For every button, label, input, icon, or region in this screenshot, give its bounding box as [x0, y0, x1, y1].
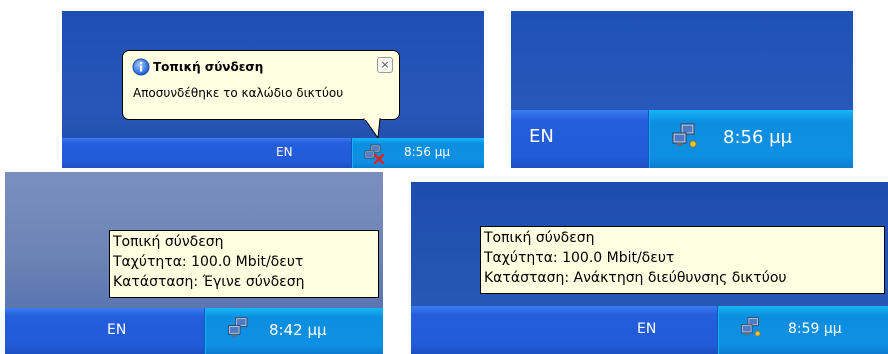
tooltip-speed: Ταχύτητα: 100.0 Mbit/δευτ [113, 254, 304, 270]
status-tooltip: Τοπική σύνδεση Ταχύτητα: 100.0 Mbit/δευτ… [480, 226, 885, 294]
tooltip-connection-name: Τοπική σύνδεση [484, 230, 595, 246]
notification-balloon[interactable]: Τοπική σύνδεση × Αποσυνδέθηκε το καλώδιο… [122, 50, 400, 120]
network-disconnected-icon[interactable] [364, 144, 386, 168]
tray-clock[interactable]: 8:59 μμ [788, 321, 842, 337]
system-tray: 8:56 μμ [648, 110, 853, 168]
panel-connected-tooltip: Τοπική σύνδεση Ταχύτητα: 100.0 Mbit/δευτ… [5, 172, 383, 354]
tray-clock[interactable]: 8:42 μμ [269, 321, 327, 339]
panel-disconnected-balloon: Τοπική σύνδεση × Αποσυνδέθηκε το καλώδιο… [62, 11, 484, 168]
network-connected-icon[interactable] [227, 316, 253, 346]
language-indicator[interactable]: EN [276, 145, 293, 159]
balloon-close-button[interactable]: × [377, 57, 393, 73]
status-tooltip: Τοπική σύνδεση Ταχύτητα: 100.0 Mbit/δευτ… [109, 230, 379, 298]
system-tray: 8:59 μμ [717, 306, 888, 354]
taskbar: EN 8:56 μμ [511, 110, 853, 168]
balloon-message: Αποσυνδέθηκε το καλώδιο δικτύου [133, 86, 344, 100]
tooltip-status: Κατάσταση: Ανάκτηση διεύθυνσης δικτύου [484, 270, 787, 286]
network-connected-icon[interactable] [671, 122, 701, 156]
tray-clock[interactable]: 8:56 μμ [404, 145, 450, 159]
taskbar: EN 8:42 μμ [5, 308, 383, 354]
tooltip-status: Κατάσταση: Έγινε σύνδεση [113, 274, 305, 290]
system-tray: 8:56 μμ [351, 138, 484, 168]
tray-clock[interactable]: 8:56 μμ [723, 127, 792, 148]
panel-zoomed-tray: EN 8:56 μμ [511, 11, 853, 168]
tooltip-speed: Ταχύτητα: 100.0 Mbit/δευτ [484, 250, 675, 266]
balloon-title: Τοπική σύνδεση [153, 60, 264, 74]
system-tray: 8:42 μμ [204, 308, 383, 354]
language-indicator[interactable]: EN [529, 126, 554, 147]
balloon-tail [363, 118, 381, 140]
language-indicator[interactable]: EN [107, 322, 126, 338]
taskbar: EN 8:56 μμ [62, 138, 484, 168]
language-indicator[interactable]: EN [637, 321, 656, 337]
panel-acquiring-tooltip: Τοπική σύνδεση Ταχύτητα: 100.0 Mbit/δευτ… [411, 182, 888, 354]
info-icon [132, 58, 150, 80]
tooltip-connection-name: Τοπική σύνδεση [113, 234, 224, 250]
taskbar: EN 8:59 μμ [411, 306, 888, 354]
network-connected-icon[interactable] [740, 316, 764, 344]
